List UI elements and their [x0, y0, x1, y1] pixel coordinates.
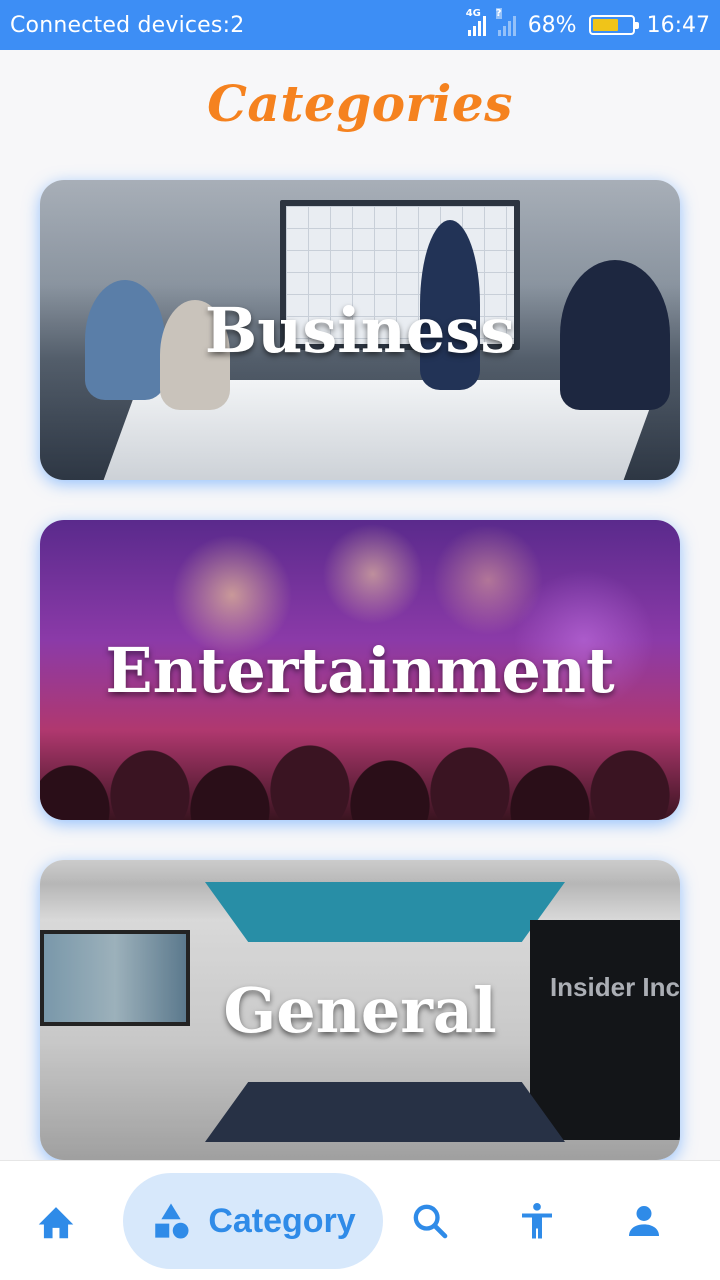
status-icons: 4G ? 68% 16:47	[466, 8, 710, 38]
category-label-business: Business	[204, 293, 516, 367]
category-icon	[155, 1203, 189, 1239]
profile-icon	[629, 1206, 659, 1236]
nav-accessibility[interactable]	[497, 1173, 577, 1269]
nav-category-label: Category	[208, 1201, 356, 1240]
nav-category[interactable]: Category	[123, 1173, 383, 1269]
connected-devices-text: Connected devices:2	[10, 12, 245, 38]
signal-4g-icon: 4G	[466, 8, 486, 36]
category-card-business[interactable]: Business	[40, 180, 680, 480]
status-bar: Connected devices:2 4G ? 68% 16:47	[0, 0, 720, 50]
battery-percent: 68%	[527, 12, 577, 38]
clock: 16:47	[646, 12, 710, 38]
crowd-image	[40, 700, 680, 820]
nav-profile[interactable]	[604, 1173, 684, 1269]
network-type-label: 4G	[465, 8, 481, 19]
search-icon	[413, 1204, 448, 1239]
person-image	[85, 280, 165, 400]
person-image	[560, 260, 670, 410]
nav-search[interactable]	[390, 1173, 470, 1269]
bottom-navigation: Category	[0, 1160, 720, 1280]
category-card-entertainment[interactable]: Entertainment	[40, 520, 680, 820]
battery-icon	[588, 15, 639, 35]
category-card-general[interactable]: Insider Inc General	[40, 860, 680, 1160]
home-icon	[38, 1207, 74, 1239]
category-label-general: General	[223, 973, 497, 1047]
accessibility-icon	[522, 1203, 552, 1239]
nav-home[interactable]	[16, 1173, 96, 1269]
signal-sim2-icon: ?	[495, 8, 516, 36]
sim2-status-label: ?	[495, 8, 502, 19]
category-label-entertainment: Entertainment	[105, 633, 615, 707]
page-title: Categories	[207, 74, 513, 133]
